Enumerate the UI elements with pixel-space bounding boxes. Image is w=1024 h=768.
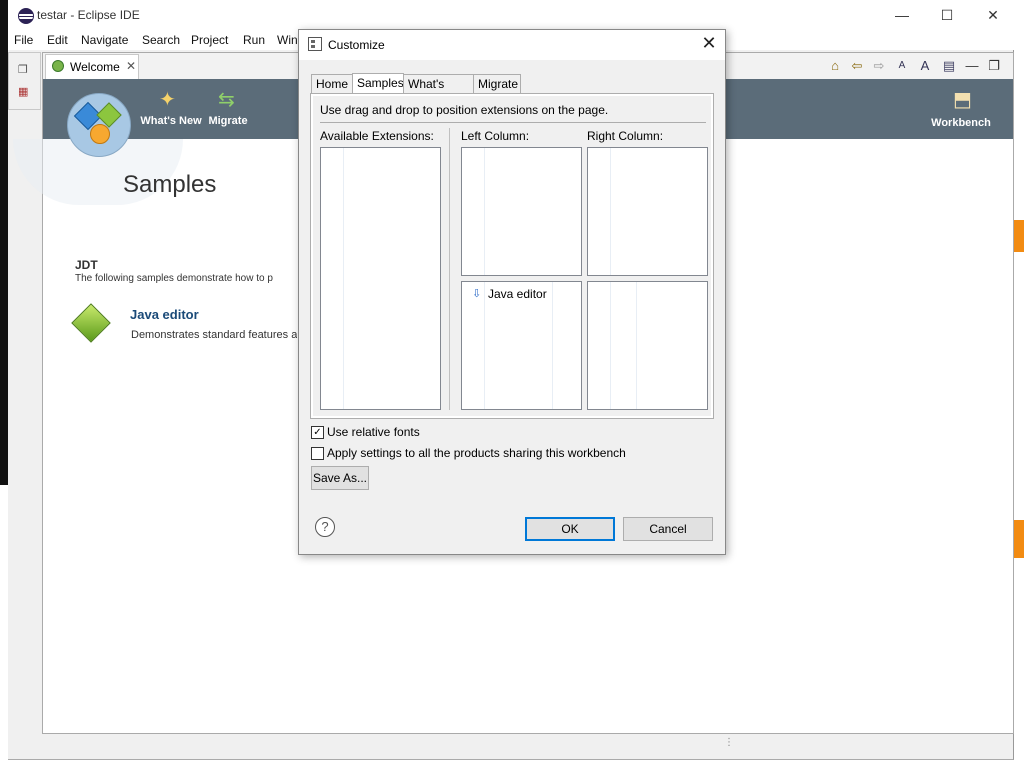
- decrease-font-icon[interactable]: A: [917, 58, 933, 74]
- available-extensions-list[interactable]: [320, 147, 441, 410]
- workbench-icon[interactable]: ⬒: [953, 87, 972, 112]
- page-title: Samples: [123, 171, 217, 198]
- migrate-icon[interactable]: ⇆: [218, 87, 235, 112]
- cancel-button[interactable]: Cancel: [623, 517, 713, 541]
- help-icon[interactable]: ?: [315, 517, 335, 537]
- status-bar-grip[interactable]: ⋮: [724, 738, 734, 748]
- tab-samples[interactable]: Samples: [352, 73, 404, 94]
- whats-new-link[interactable]: What's New: [139, 115, 203, 127]
- package-explorer-icon[interactable]: ▦: [18, 85, 28, 98]
- menu-search[interactable]: Search: [142, 33, 180, 47]
- forward-icon[interactable]: ⇨: [871, 58, 887, 74]
- dialog-title-bar: Customize ✕: [299, 30, 725, 60]
- save-as-button[interactable]: Save As...: [311, 466, 369, 490]
- increase-font-icon[interactable]: A: [894, 58, 910, 74]
- samples-tab-panel: Use drag and drop to position extensions…: [310, 93, 714, 419]
- tab-home[interactable]: Home: [311, 74, 353, 93]
- desktop-accent-strip: [1014, 520, 1024, 558]
- dialog-title: Customize: [328, 38, 385, 52]
- right-column-bottom-list[interactable]: [587, 281, 708, 410]
- column-divider: [449, 128, 450, 410]
- maximize-icon[interactable]: ❐: [986, 58, 1002, 74]
- use-relative-fonts-label: Use relative fonts: [327, 425, 420, 439]
- checkbox-unchecked[interactable]: [311, 447, 324, 460]
- panel-content: Use drag and drop to position extensions…: [313, 96, 711, 416]
- menu-navigate[interactable]: Navigate: [81, 33, 128, 47]
- maximize-window-button[interactable]: ☐: [927, 4, 967, 26]
- close-window-button[interactable]: ✕: [973, 4, 1013, 26]
- eclipse-icon: [18, 8, 34, 24]
- menu-edit[interactable]: Edit: [47, 33, 68, 47]
- minimize-icon[interactable]: —: [964, 58, 980, 74]
- menu-project[interactable]: Project: [191, 33, 228, 47]
- desktop-background-left: [0, 0, 8, 485]
- tab-migrate[interactable]: Migrate: [473, 74, 521, 93]
- desktop-accent-strip: [1014, 220, 1024, 252]
- section-description: The following samples demonstrate how to…: [75, 273, 273, 284]
- close-dialog-button[interactable]: ✕: [699, 33, 719, 54]
- instructions-text: Use drag and drop to position extensions…: [320, 103, 609, 117]
- back-icon[interactable]: ⇦: [849, 58, 865, 74]
- title-bar: testar - Eclipse IDE — ☐ ✕: [8, 0, 1014, 30]
- apply-settings-label: Apply settings to all the products shari…: [327, 446, 626, 460]
- available-extensions-label: Available Extensions:: [320, 129, 434, 143]
- ball-icon: [90, 124, 110, 144]
- ok-button[interactable]: OK: [525, 517, 615, 541]
- java-editor-description: Demonstrates standard features a: [131, 329, 297, 341]
- welcome-icon: [52, 60, 64, 72]
- menu-run[interactable]: Run: [243, 33, 265, 47]
- list-item[interactable]: ⇩ Java editor: [462, 282, 581, 306]
- java-editor-entry-label: Java editor: [488, 287, 547, 301]
- tab-welcome[interactable]: Welcome ✕: [45, 54, 139, 79]
- arrow-down-icon: ⇩: [472, 288, 482, 300]
- left-column-label: Left Column:: [461, 129, 530, 143]
- customize-icon: [308, 37, 322, 51]
- section-title: JDT: [75, 258, 98, 272]
- home-icon[interactable]: ⌂: [827, 58, 843, 74]
- checkbox-checked[interactable]: ✓: [311, 426, 324, 439]
- restore-icon[interactable]: ❐: [18, 63, 28, 76]
- whats-new-icon[interactable]: ✦: [159, 87, 176, 112]
- desktop-background-right: [1014, 0, 1024, 768]
- samples-logo: [67, 93, 131, 157]
- divider: [320, 122, 706, 123]
- menu-window[interactable]: Win: [277, 33, 298, 47]
- customize-page-icon[interactable]: ▤: [941, 58, 957, 74]
- tab-welcome-label: Welcome: [70, 60, 120, 74]
- minimize-window-button[interactable]: —: [882, 4, 922, 26]
- migrate-link[interactable]: Migrate: [205, 115, 251, 127]
- left-trim-toolbar: ❐ ▦: [8, 52, 41, 110]
- window-title: testar - Eclipse IDE: [37, 8, 140, 22]
- java-editor-link[interactable]: Java editor: [130, 307, 199, 322]
- customize-dialog: Customize ✕ Home Samples What's New Migr…: [298, 29, 726, 555]
- left-column-top-list[interactable]: [461, 147, 582, 276]
- java-editor-icon[interactable]: [71, 303, 111, 343]
- close-tab-icon[interactable]: ✕: [126, 59, 136, 73]
- workbench-link[interactable]: Workbench: [929, 117, 993, 129]
- right-column-label: Right Column:: [587, 129, 664, 143]
- right-column-top-list[interactable]: [587, 147, 708, 276]
- tab-whats-new[interactable]: What's New: [403, 74, 474, 110]
- left-column-bottom-list[interactable]: ⇩ Java editor: [461, 281, 582, 410]
- menu-file[interactable]: File: [14, 33, 33, 47]
